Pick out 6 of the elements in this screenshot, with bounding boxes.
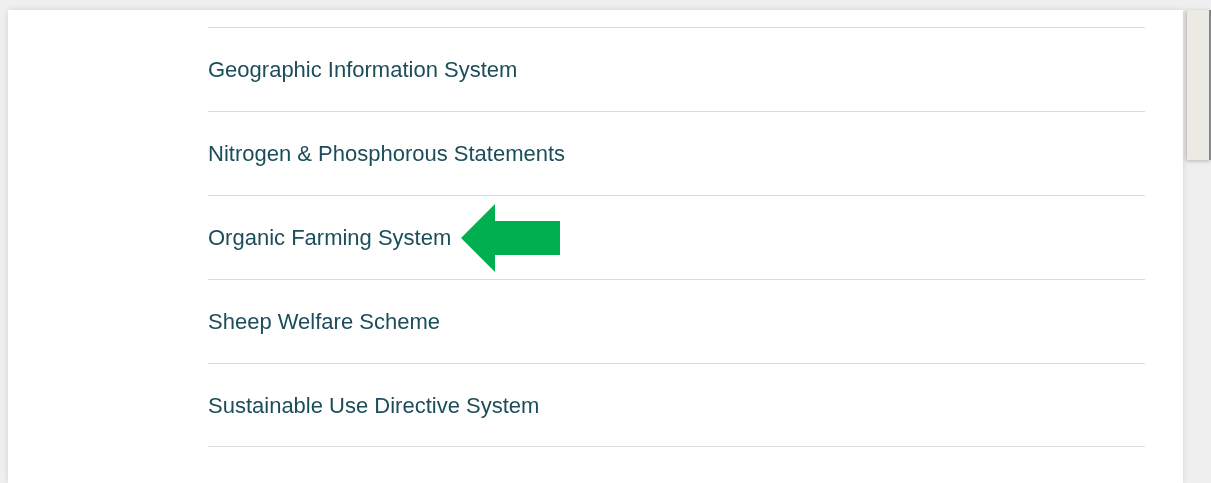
menu-link[interactable]: Nitrogen & Phosphorous Statements xyxy=(208,137,566,170)
menu-link[interactable]: Organic Farming System xyxy=(208,221,452,254)
menu-link[interactable]: Sustainable Use Directive System xyxy=(208,388,540,422)
menu-link[interactable]: Sheep Welfare Scheme xyxy=(208,305,440,338)
scrollbar-thumb[interactable] xyxy=(1187,10,1211,160)
menu-link[interactable]: Geographic Information System xyxy=(208,53,518,86)
